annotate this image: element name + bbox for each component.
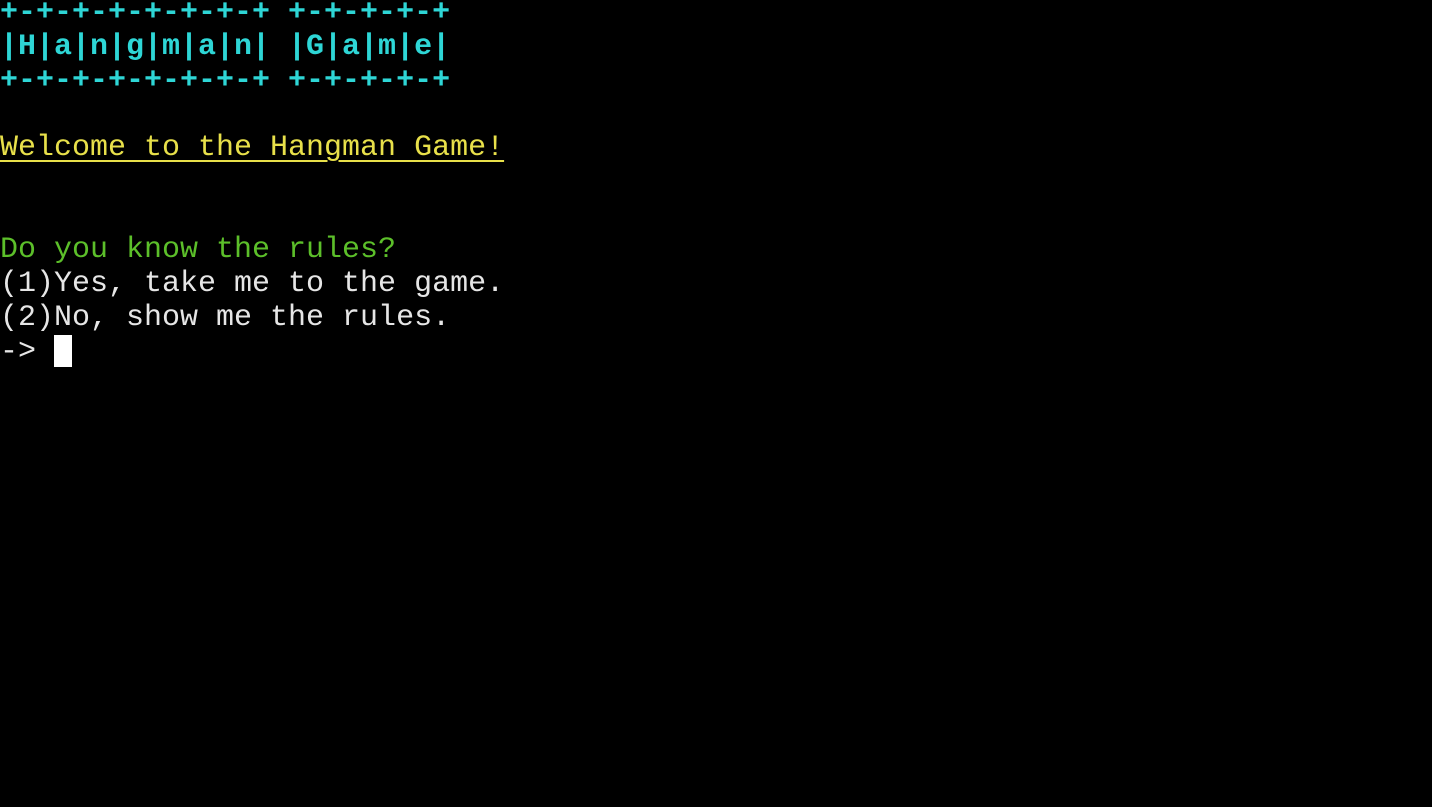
- banner-title: |H|a|n|g|m|a|n| |G|a|m|e|: [0, 30, 451, 64]
- welcome-message: Welcome to the Hangman Game!: [0, 131, 505, 165]
- prompt-arrow: ->: [0, 335, 55, 369]
- option-no: (2)No, show me the rules.: [0, 301, 451, 335]
- input-line[interactable]: ->: [0, 335, 73, 369]
- terminal-window[interactable]: +-+-+-+-+-+-+-+ +-+-+-+-+ |H|a|n|g|m|a|n…: [0, 0, 1432, 807]
- banner-bottom-border: +-+-+-+-+-+-+-+ +-+-+-+-+: [0, 64, 451, 98]
- rules-question: Do you know the rules?: [0, 233, 397, 267]
- text-cursor: [54, 335, 73, 367]
- banner-top-border: +-+-+-+-+-+-+-+ +-+-+-+-+: [0, 0, 451, 30]
- option-yes: (1)Yes, take me to the game.: [0, 267, 505, 301]
